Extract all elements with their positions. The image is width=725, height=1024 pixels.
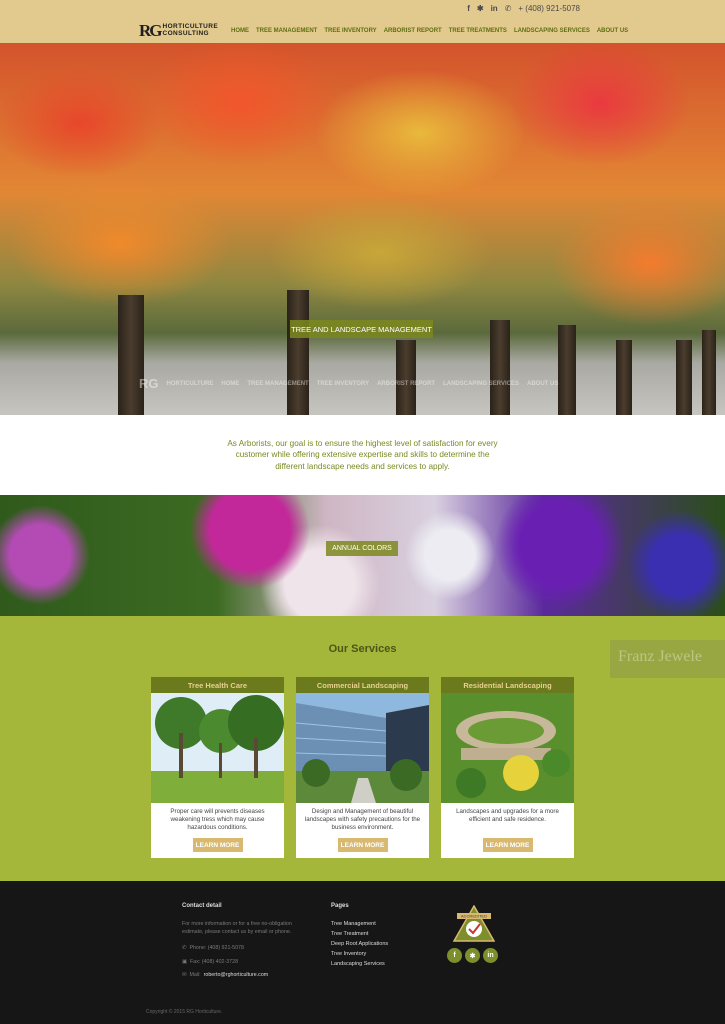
footer-facebook-icon[interactable]: f: [447, 948, 462, 963]
fax-icon: ▣: [182, 959, 188, 965]
ghost-nav-item: TREE INVENTORY: [316, 380, 370, 387]
ghost-logo: RG: [139, 376, 159, 391]
nav-tree-treatments[interactable]: TREE TREATMENTS: [449, 28, 507, 34]
accredited-badge-icon: ACCREDITED: [453, 905, 495, 942]
footer-email-link[interactable]: roberto@rghorticulture.com: [204, 972, 269, 978]
tree-health-image: [151, 693, 284, 803]
tree-trunk: [676, 340, 692, 415]
nav-about-us[interactable]: ABOUT US: [597, 28, 628, 34]
hero-banner-image: TREE AND LANDSCAPE MANAGEMENT RG HORTICU…: [0, 43, 725, 415]
footer-fax: ▣ Fax: (408) 402-3728: [182, 959, 238, 965]
nav-tree-inventory[interactable]: TREE INVENTORY: [324, 28, 376, 34]
footer-link-tree-inventory[interactable]: Tree Inventory: [331, 951, 366, 957]
annual-colors-banner: ANNUAL COLORS: [0, 495, 725, 616]
contact-text: For more information or for a free no-ob…: [182, 921, 292, 935]
service-card-commercial: Commercial Landscaping Design and Manage…: [296, 677, 429, 858]
contact-title: Contact detail: [182, 903, 222, 909]
top-contact-bar: f ✱ in ✆ + (408) 921-5078: [467, 4, 580, 13]
intro-text: As Arborists, our goal is to ensure the …: [227, 438, 498, 471]
nav-tree-management[interactable]: TREE MANAGEMENT: [256, 28, 317, 34]
main-nav: HOME TREE MANAGEMENT TREE INVENTORY ARBO…: [231, 28, 628, 34]
footer-mail: ✉ Mail: roberto@rghorticulture.com: [182, 972, 268, 978]
learn-more-button[interactable]: LEARN MORE: [482, 838, 533, 852]
ghost-nav-item: TREE MANAGEMENT: [247, 380, 309, 387]
services-section: Franz Jewele Our Services Tree Health Ca…: [0, 616, 725, 881]
mail-icon: ✉: [182, 972, 187, 978]
tree-trunk: [702, 330, 716, 415]
card-description: Proper care will prevents diseases weake…: [170, 808, 265, 831]
nav-home[interactable]: HOME: [231, 28, 249, 34]
residential-garden-image: [441, 693, 574, 803]
site-footer: Contact detail For more information or f…: [0, 881, 725, 1024]
annual-colors-button[interactable]: ANNUAL COLORS: [326, 541, 398, 556]
mail-label: Mail:: [189, 972, 201, 978]
yelp-icon[interactable]: ✱: [477, 4, 484, 13]
footer-link-tree-management[interactable]: Tree Management: [331, 921, 376, 927]
tree-landscape-management-button[interactable]: TREE AND LANDSCAPE MANAGEMENT: [290, 320, 433, 338]
services-title: Our Services: [328, 643, 397, 655]
footer-fax-text: Fax: (408) 402-3728: [190, 959, 239, 965]
phone-icon: ✆: [504, 4, 512, 13]
nav-landscaping-services[interactable]: LANDSCAPING SERVICES: [514, 28, 590, 34]
logo-line-1: HORTICULTURE: [162, 23, 219, 30]
ghost-nav-item: ARBORIST REPORT: [377, 380, 436, 387]
ghost-nav-item: HOME: [221, 380, 240, 387]
service-card-residential: Residential Landscaping Landscapes and u…: [441, 677, 574, 858]
logo-line-2: CONSULTING: [162, 30, 209, 37]
footer-phone: ✆ Phone: (408) 921-5078: [182, 945, 244, 951]
card-description: Design and Management of beautiful lands…: [304, 808, 421, 831]
service-card-tree-health: Tree Health Care Proper care will preven…: [151, 677, 284, 858]
site-header: f ✱ in ✆ + (408) 921-5078 RG HORTICULTUR…: [0, 0, 725, 43]
card-title[interactable]: Commercial Landscaping: [296, 677, 429, 693]
linkedin-icon[interactable]: in: [491, 4, 498, 13]
logo-mark: RG: [139, 20, 162, 40]
tree-trunk: [287, 290, 309, 415]
nav-arborist-report[interactable]: ARBORIST REPORT: [384, 28, 442, 34]
footer-link-landscaping[interactable]: Landscaping Services: [331, 961, 385, 967]
footer-link-tree-treatment[interactable]: Tree Treatment: [331, 931, 368, 937]
ghost-nav-item: LANDSCAPING SERVICES: [443, 380, 519, 387]
card-title[interactable]: Residential Landscaping: [441, 677, 574, 693]
footer-linkedin-icon[interactable]: in: [483, 948, 498, 963]
footer-link-deep-root[interactable]: Deep Root Applications: [331, 941, 388, 947]
tree-trunk: [616, 340, 632, 415]
ghost-nav-item: ABOUT US: [527, 380, 559, 387]
footer-phone-text[interactable]: Phone: (408) 921-5078: [189, 945, 243, 951]
site-logo[interactable]: RG HORTICULTURE CONSULTING: [139, 21, 218, 39]
learn-more-button[interactable]: LEARN MORE: [192, 838, 243, 852]
header-phone[interactable]: + (408) 921-5078: [518, 4, 580, 13]
badge-label: ACCREDITED: [461, 914, 487, 919]
tree-trunk: [558, 325, 576, 415]
phone-icon: ✆: [182, 945, 187, 951]
footer-yelp-icon[interactable]: ✱: [465, 948, 480, 963]
learn-more-button[interactable]: LEARN MORE: [337, 838, 388, 852]
ghost-header-overlay: RG HORTICULTURE HOME TREE MANAGEMENT TRE…: [139, 376, 558, 391]
logo-text: HORTICULTURE CONSULTING: [163, 23, 219, 37]
copyright-text: Copyright © 2015 RG Horticulture.: [146, 1009, 223, 1015]
pages-title: Pages: [331, 903, 349, 909]
commercial-building-image: [296, 693, 429, 803]
facebook-icon[interactable]: f: [467, 4, 470, 13]
tree-trunk: [490, 320, 510, 415]
tree-trunk: [118, 295, 144, 415]
card-description: Landscapes and upgrades for a more effic…: [456, 808, 559, 823]
card-title[interactable]: Tree Health Care: [151, 677, 284, 693]
ghost-logo-text: HORTICULTURE: [166, 380, 214, 387]
intro-section: As Arborists, our goal is to ensure the …: [0, 415, 725, 495]
